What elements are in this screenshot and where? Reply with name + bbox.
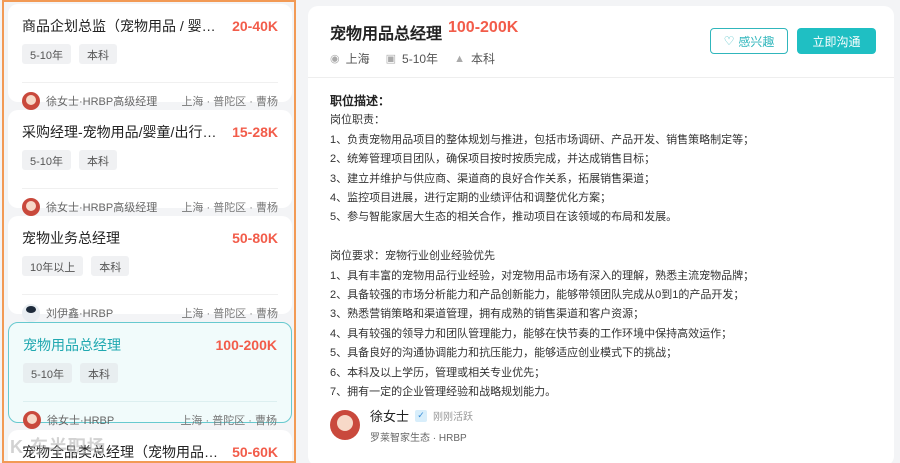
- detail-salary: 100-200K: [448, 19, 519, 36]
- tag-education: 本科: [79, 44, 118, 64]
- tag-education: 本科: [91, 256, 130, 276]
- description-heading: 职位描述：: [330, 94, 391, 108]
- heart-icon: ♡: [723, 34, 735, 48]
- requirement-item: 2、具备较强的市场分析能力和产品创新能力，能够带领团队完成从0到1的产品开发；: [330, 289, 745, 302]
- tag-experience: 5-10年: [23, 363, 73, 383]
- hr-name: 徐女士·HRBP: [47, 414, 115, 427]
- avatar: [22, 303, 40, 322]
- requirement-item: 4、具有较强的领导力和团队管理能力，能够在快节奏的工作环境中保持高效运作；: [330, 327, 733, 340]
- interested-button[interactable]: ♡ 感兴趣: [710, 28, 788, 54]
- duties-heading: 岗位职责：: [330, 114, 385, 127]
- recruiter-org: 罗莱智家生态 · HRBP: [370, 433, 467, 444]
- detail-city: 上海: [345, 52, 370, 66]
- detail-meta: ◉ 上海 ▣ 5-10年 ▲ 本科: [330, 50, 495, 67]
- avatar: [23, 410, 41, 429]
- job-location: 上海 · 普陀区 · 曹杨: [181, 307, 278, 320]
- job-title: 商品企划总监（宠物用品 / 婴童用品）: [22, 18, 222, 34]
- job-title: 宠物业务总经理: [22, 230, 120, 246]
- requirements-heading: 岗位要求：宠物行业创业经验优先: [330, 250, 495, 263]
- briefcase-icon: ▣: [385, 53, 397, 65]
- verified-badge-icon: ✓: [415, 409, 428, 422]
- requirement-item: 5、具备良好的沟通协调能力和抗压能力，能够适应创业模式下的挑战；: [330, 347, 678, 360]
- recruiter-contact[interactable]: 徐女士 ✓ 刚刚活跃 罗莱智家生态 · HRBP: [330, 406, 473, 444]
- avatar: [22, 197, 40, 216]
- requirement-item: 3、熟悉营销策略和渠道管理，拥有成熟的销售渠道和客户资源；: [330, 308, 645, 321]
- job-salary: 20-40K: [232, 18, 278, 34]
- chat-now-button[interactable]: 立即沟通: [797, 28, 876, 54]
- requirement-item: 1、具有丰富的宠物用品行业经验，对宠物用品市场有深入的理解，熟悉主流宠物品牌；: [330, 269, 755, 282]
- duty-item: 4、监控项目进展，进行定期的业绩评估和调整优化方案；: [330, 192, 612, 205]
- job-title: 宠物用品总经理: [23, 337, 121, 353]
- hr-name: 徐女士·HRBP高级经理: [46, 95, 158, 108]
- tag-education: 本科: [80, 363, 119, 383]
- job-card[interactable]: 商品企划总监（宠物用品 / 婴童用品） 20-40K 5-10年 本科 徐女士·…: [8, 4, 292, 110]
- job-location: 上海 · 普陀区 · 曹杨: [181, 95, 278, 108]
- detail-education: 本科: [470, 52, 495, 66]
- job-title: 采购经理-宠物用品/婴童/出行用品/智...: [22, 124, 222, 140]
- duty-item: 1、负责宠物用品项目的整体规划与推进，包括市场调研、产品开发、销售策略制定等；: [330, 133, 755, 146]
- job-salary: 50-60K: [232, 444, 278, 460]
- recruiter-avatar: [330, 410, 360, 440]
- detail-experience: 5-10年: [402, 52, 439, 66]
- recruiter-name: 徐女士: [370, 409, 410, 424]
- interested-label: 感兴趣: [738, 34, 775, 49]
- job-card[interactable]: 采购经理-宠物用品/婴童/出行用品/智... 15-28K 5-10年 本科 徐…: [8, 110, 292, 216]
- duty-item: 3、建立并维护与供应商、渠道商的良好合作关系，拓展销售渠道；: [330, 172, 656, 185]
- requirement-item: 6、本科及以上学历，管理或相关专业优先；: [330, 366, 546, 379]
- tag-experience: 10年以上: [22, 256, 84, 276]
- job-salary: 15-28K: [232, 124, 278, 140]
- duty-item: 2、统筹管理项目团队，确保项目按时按质完成，并达成销售目标；: [330, 153, 656, 166]
- job-location: 上海 · 普陀区 · 曹杨: [181, 201, 278, 214]
- job-list[interactable]: 商品企划总监（宠物用品 / 婴童用品） 20-40K 5-10年 本科 徐女士·…: [2, 0, 296, 463]
- job-salary: 100-200K: [215, 337, 278, 353]
- job-card-selected[interactable]: 宠物用品总经理 100-200K 5-10年 本科 徐女士·HRBP 上海 · …: [8, 322, 292, 429]
- tag-education: 本科: [79, 150, 118, 170]
- job-detail-panel: 宠物用品总经理 100-200K ◉ 上海 ▣ 5-10年 ▲ 本科 ♡ 感兴趣 立即…: [308, 6, 894, 463]
- avatar: [22, 91, 40, 110]
- detail-header: 宠物用品总经理 100-200K ◉ 上海 ▣ 5-10年 ▲ 本科 ♡ 感兴趣 立即…: [308, 6, 894, 78]
- watermark: K 东半职场: [10, 437, 106, 457]
- job-card[interactable]: 宠物业务总经理 50-80K 10年以上 本科 刘伊鑫·HRBP 上海 · 普陀…: [8, 216, 292, 322]
- hr-name: 刘伊鑫·HRBP: [46, 307, 114, 320]
- job-description: 职位描述： 岗位职责： 1、负责宠物用品项目的整体规划与推进，包括市场调研、产品…: [330, 92, 870, 402]
- hr-name: 徐女士·HRBP高级经理: [46, 201, 158, 214]
- job-salary: 50-80K: [232, 230, 278, 246]
- location-pin-icon: ◉: [330, 53, 340, 65]
- tag-experience: 5-10年: [22, 150, 72, 170]
- tag-experience: 5-10年: [22, 44, 72, 64]
- detail-title: 宠物用品总经理: [330, 26, 443, 43]
- duty-item: 5、参与智能家居大生态的相关合作，推动项目在该领域的布局和发展。: [330, 211, 678, 224]
- requirement-item: 7、拥有一定的企业管理经验和战略规划能力。: [330, 386, 557, 399]
- job-location: 上海 · 普陀区 · 曹杨: [180, 414, 277, 427]
- graduation-cap-icon: ▲: [454, 52, 465, 65]
- recruiter-status: 刚刚活跃: [433, 412, 474, 423]
